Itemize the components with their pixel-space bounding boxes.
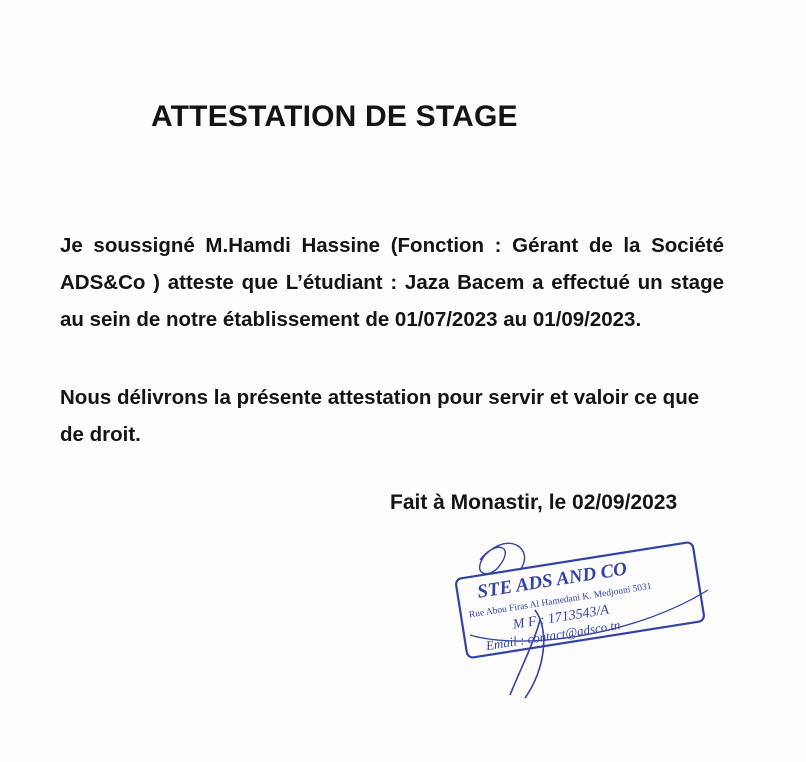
attestation-paragraph: Je soussigné M.Hamdi Hassine (Fonction :… bbox=[60, 234, 724, 331]
place-and-date: Fait à Monastir, le 02/09/2023 bbox=[390, 491, 678, 514]
stamp-graphic: STE ADS AND CO Rue Abou Firas Al Hamedan… bbox=[454, 541, 709, 699]
document-title: ATTESTATION DE STAGE bbox=[151, 100, 518, 133]
document-page: ATTESTATION DE STAGE Je soussigné M.Hamd… bbox=[0, 0, 806, 762]
purpose-paragraph: Nous délivrons la présente attestation p… bbox=[60, 386, 700, 446]
company-stamp: STE ADS AND CO Rue Abou Firas Al Hamedan… bbox=[440, 520, 720, 710]
